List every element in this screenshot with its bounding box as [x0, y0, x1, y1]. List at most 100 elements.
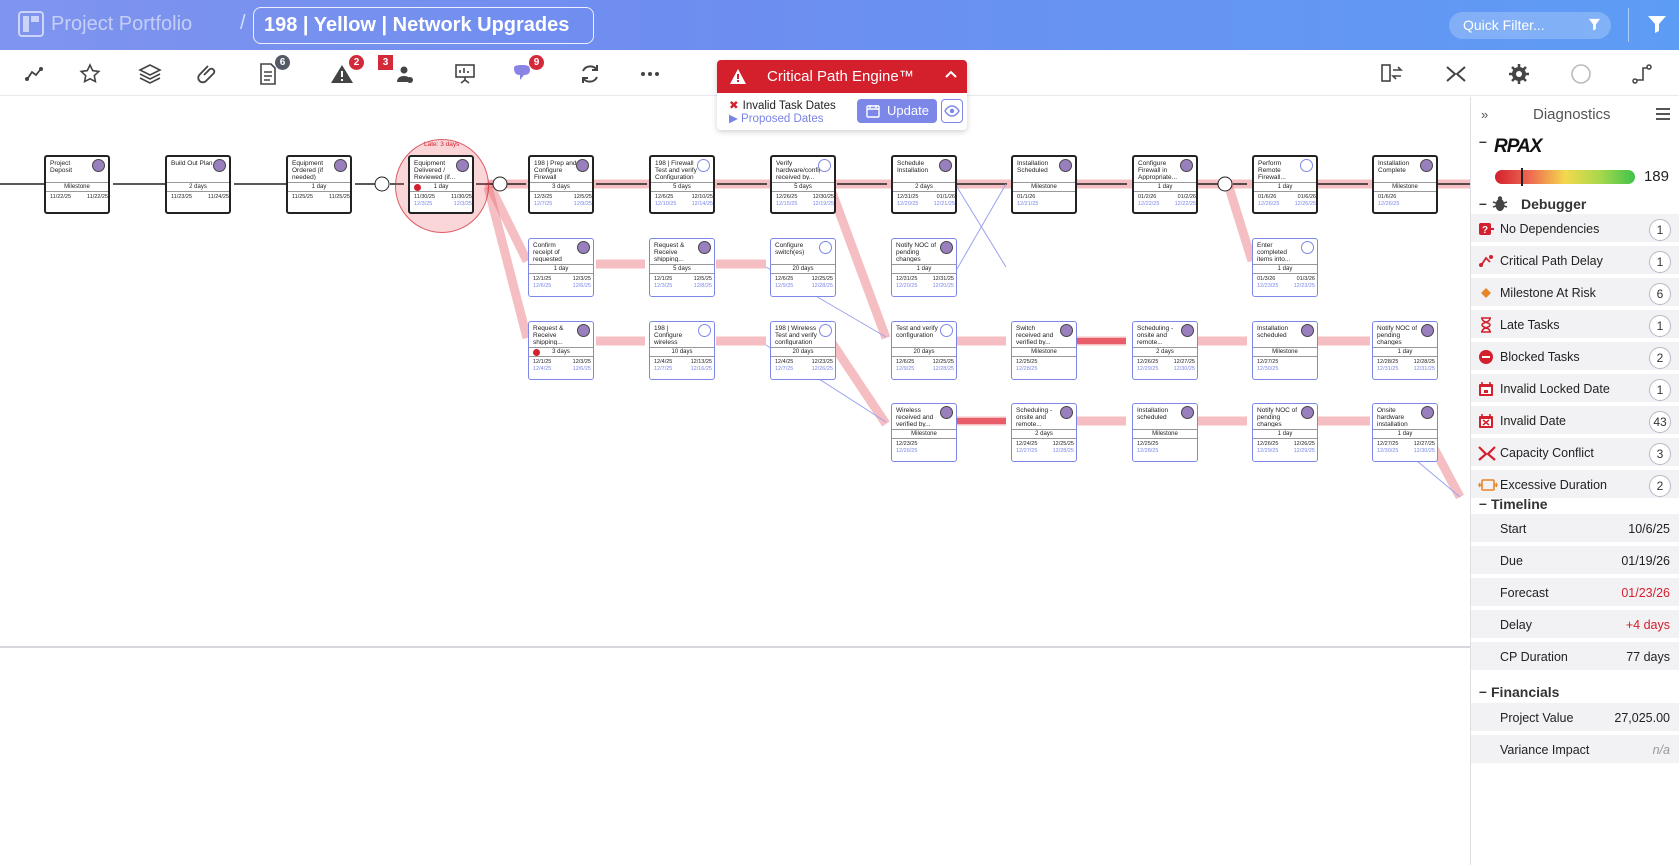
merge-icon[interactable]: [1444, 62, 1468, 86]
task-card[interactable]: 198 | Firewall Test and verify Configura…: [649, 155, 715, 214]
task-duration: 1 day: [1373, 429, 1437, 439]
attachment-icon[interactable]: [196, 62, 220, 86]
timeline-row-due: Due 01/19/26: [1471, 546, 1679, 576]
blocked-icon: [533, 349, 540, 356]
task-card[interactable]: Confirm receipt of requested credentials…: [528, 238, 594, 297]
proposed-end: 12/23/25: [1293, 283, 1315, 289]
proposed-end: 12/6/25: [572, 366, 591, 372]
task-name: Installation Complete: [1378, 160, 1410, 174]
debugger-row-milestone-at-risk[interactable]: Milestone At Risk 6: [1471, 278, 1679, 308]
task-duration: 1 day: [288, 182, 350, 192]
financials-title: Financials: [1491, 684, 1560, 700]
task-duration: Milestone: [1012, 347, 1076, 357]
layout-icon[interactable]: [1380, 62, 1404, 86]
eye-icon: [944, 105, 960, 117]
debugger-label: No Dependencies: [1500, 222, 1600, 236]
proposed-end: 12/22/25: [1174, 201, 1196, 207]
debugger-row-late-tasks[interactable]: Late Tasks 1: [1471, 310, 1679, 340]
chevron-up-icon[interactable]: [945, 70, 957, 80]
proposed-start: 12/22/25: [1138, 201, 1160, 207]
task-card[interactable]: Perform Remote Firewall... 1 day 01/6/26 01…: [1252, 155, 1318, 214]
proposed-start: 12/26/25: [1378, 201, 1400, 207]
debugger-row-no-dependencies[interactable]: ? No Dependencies 1: [1471, 214, 1679, 244]
task-card[interactable]: Request & Receive shipping... 3 days 12/1/…: [528, 321, 594, 380]
task-card[interactable]: 198 | Configure wireless 10 days 12/4/25 12…: [649, 321, 715, 380]
task-end: 12/5/25: [693, 276, 712, 282]
task-start: 12/23/25: [896, 441, 918, 447]
task-card[interactable]: Notify NOC of pending changes 1 day 12/26/…: [1252, 403, 1318, 462]
filter-icon[interactable]: [1647, 14, 1667, 34]
debugger-row-invalid-locked-date[interactable]: Invalid Locked Date 1: [1471, 374, 1679, 404]
network-diagram-canvas[interactable]: Project Deposit Milestone 11/22/25 11/22/25…: [0, 97, 1470, 648]
debugger-row-capacity-conflict[interactable]: Capacity Conflict 3: [1471, 438, 1679, 468]
proposed-end: 12/14/25: [691, 201, 713, 207]
timeline-row-start: Start 10/6/25: [1471, 514, 1679, 544]
chat-icon[interactable]: 9: [510, 55, 544, 86]
task-end: 12/31/25: [932, 276, 954, 282]
task-card[interactable]: Enter completed items into... 1 day 01/3/2…: [1252, 238, 1318, 297]
debugger-row-blocked-tasks[interactable]: Blocked Tasks 2: [1471, 342, 1679, 372]
task-duration: 1 day: [892, 264, 956, 274]
critical-path-header[interactable]: Critical Path Engine™: [717, 60, 967, 93]
task-name: Installation scheduled: [1257, 325, 1289, 339]
task-card[interactable]: Configure Firewall in Appropriate... 1 da…: [1132, 155, 1198, 214]
resource-conflict-icon[interactable]: 3: [378, 55, 416, 86]
proposed-start: 12/27/25: [1016, 448, 1038, 454]
blocked-icon: [414, 184, 421, 191]
presentation-icon[interactable]: [453, 62, 477, 86]
warning-icon[interactable]: 2: [330, 55, 364, 86]
task-card[interactable]: Equipment Ordered (if needed) 1 day 11/25/…: [286, 155, 352, 214]
document-icon[interactable]: 6: [256, 55, 290, 86]
task-card[interactable]: Installation scheduled Milestone 12/25/25 1…: [1132, 403, 1198, 462]
task-card[interactable]: 198 | Prep and Configure Firewall 3 days 1…: [528, 155, 594, 214]
task-card[interactable]: Project Deposit Milestone 11/22/25 11/22/25: [44, 155, 110, 214]
app-logo-icon[interactable]: [18, 11, 44, 37]
timeline-value: 77 days: [1626, 650, 1670, 664]
task-card[interactable]: Scheduling - onsite and remote... 2 days 1…: [1011, 403, 1077, 462]
task-card[interactable]: Wireless received and verified by... Mile…: [891, 403, 957, 462]
task-card[interactable]: Installation Scheduled Milestone 01/1/26 12…: [1011, 155, 1077, 214]
rpax-collapse-dash[interactable]: –: [1479, 133, 1487, 149]
warning-count-badge: 2: [349, 55, 364, 70]
project-title[interactable]: 198 | Yellow | Network Upgrades: [253, 7, 594, 44]
preview-toggle-button[interactable]: [941, 99, 963, 123]
dependency-icon[interactable]: [22, 62, 46, 86]
debugger-row-critical-path-delay[interactable]: Critical Path Delay 1: [1471, 246, 1679, 276]
gear-icon[interactable]: [1507, 62, 1531, 86]
star-icon[interactable]: [78, 62, 102, 86]
task-duration: 2 days: [167, 182, 229, 192]
task-card[interactable]: Switch received and verified by... Milest…: [1011, 321, 1077, 380]
task-card[interactable]: Notify NOC of pending changes 1 day 12/28/…: [1372, 321, 1438, 380]
update-button[interactable]: Update: [857, 99, 937, 123]
task-card[interactable]: Equipment Delivered / Reviewed (if... 1 d…: [408, 155, 474, 214]
task-card[interactable]: Build Out Plan 2 days 11/23/25 11/24/25: [165, 155, 231, 214]
debugger-count: 1: [1649, 315, 1671, 337]
refresh-icon[interactable]: [578, 62, 602, 86]
task-card[interactable]: Onsite hardware installation 1 day 12/27/2…: [1372, 403, 1438, 462]
portfolio-link[interactable]: Project Portfolio: [51, 13, 192, 36]
task-duration: Milestone: [1253, 347, 1317, 357]
task-card[interactable]: Installation scheduled Milestone 12/27/25 1…: [1252, 321, 1318, 380]
circle-icon[interactable]: [1569, 62, 1593, 86]
task-card[interactable]: Installation Complete Milestone 01/6/26 12/…: [1372, 155, 1438, 214]
debugger-row-invalid-date[interactable]: Invalid Date 43: [1471, 406, 1679, 436]
layers-icon[interactable]: [138, 62, 162, 86]
task-card[interactable]: 198 | Wireless Test and verify configura…: [770, 321, 836, 380]
path-icon[interactable]: [1630, 62, 1654, 86]
collapse-panel-icon[interactable]: »: [1481, 107, 1488, 122]
hamburger-menu-icon[interactable]: [1655, 107, 1671, 121]
proposed-start: 12/6/25: [533, 283, 552, 289]
debugger-label: Critical Path Delay: [1500, 254, 1603, 268]
task-card[interactable]: Configure switch(es) 20 days 12/6/25 12/25/…: [770, 238, 836, 297]
task-start: 11/22/25: [50, 194, 72, 200]
task-card[interactable]: Verify hardware/config received by... 5 d…: [770, 155, 836, 214]
task-card[interactable]: Scheduling - onsite and remote... 2 days 1…: [1132, 321, 1198, 380]
task-end: 12/25/25: [932, 359, 954, 365]
task-card[interactable]: Test and verify configuration 20 days 12/6…: [891, 321, 957, 380]
task-card[interactable]: Request & Receive shipping... 5 days 12/1/…: [649, 238, 715, 297]
quick-filter-input[interactable]: Quick Filter...: [1449, 12, 1611, 39]
task-end: 12/25/25: [811, 276, 833, 282]
task-card[interactable]: Schedule Installation 2 days 12/31/25 01/1/…: [891, 155, 957, 214]
task-card[interactable]: Notify NOC of pending changes 1 day 12/31/…: [891, 238, 957, 297]
more-icon[interactable]: [638, 62, 662, 86]
